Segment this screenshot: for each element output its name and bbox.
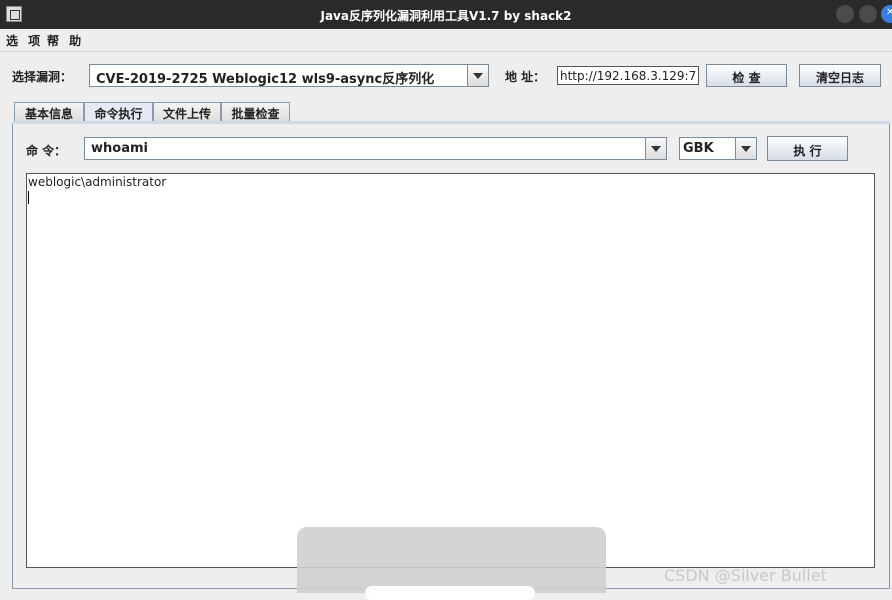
vuln-select[interactable]: CVE-2019-2725 Weblogic12 wls9-async反序列化 xyxy=(89,64,489,87)
tab-basic-info[interactable]: 基本信息 xyxy=(14,102,84,121)
menu-help[interactable]: 帮 助 xyxy=(47,32,84,49)
close-button[interactable] xyxy=(881,5,892,23)
output-textarea[interactable]: weblogic\administrator xyxy=(26,173,875,568)
chevron-down-icon[interactable] xyxy=(735,138,756,159)
menu-options[interactable]: 选 项 xyxy=(6,32,43,49)
menu-bar: 选 项 帮 助 xyxy=(0,29,892,52)
command-label: 命 令： xyxy=(26,144,67,158)
maximize-button[interactable] xyxy=(859,5,877,23)
check-button[interactable]: 检 查 xyxy=(706,64,787,87)
command-input-value: whoami xyxy=(91,141,148,156)
watermark: CSDN @Silver Bullet xyxy=(664,566,827,585)
command-input[interactable]: whoami xyxy=(84,137,667,160)
encoding-select-value: GBK xyxy=(683,141,714,156)
overlay-pill xyxy=(365,586,535,600)
address-label: 地 址： xyxy=(505,70,546,84)
chevron-down-icon[interactable] xyxy=(645,138,666,159)
tab-file-upload[interactable]: 文件上传 xyxy=(153,102,221,121)
overlay-panel xyxy=(297,527,606,593)
minimize-button[interactable] xyxy=(836,5,854,23)
title-bar: Java反序列化漏洞利用工具V1.7 by shack2 xyxy=(0,0,892,29)
text-caret xyxy=(28,191,29,204)
tab-command-exec[interactable]: 命令执行 xyxy=(84,102,153,122)
chevron-down-icon[interactable] xyxy=(467,65,488,86)
vuln-label: 选择漏洞： xyxy=(12,70,73,84)
address-input-value: http://192.168.3.129:7 xyxy=(560,69,697,83)
address-input[interactable]: http://192.168.3.129:7 xyxy=(557,66,699,85)
clear-log-button[interactable]: 清空日志 xyxy=(799,64,881,87)
tab-panel-header xyxy=(12,121,890,124)
vuln-select-value: CVE-2019-2725 Weblogic12 wls9-async反序列化 xyxy=(96,72,435,87)
tab-batch-check[interactable]: 批量检查 xyxy=(221,102,290,121)
execute-button[interactable]: 执 行 xyxy=(767,136,848,161)
encoding-select[interactable]: GBK xyxy=(679,137,757,160)
output-text: weblogic\administrator xyxy=(28,175,167,189)
window-title: Java反序列化漏洞利用工具V1.7 by shack2 xyxy=(320,9,572,23)
